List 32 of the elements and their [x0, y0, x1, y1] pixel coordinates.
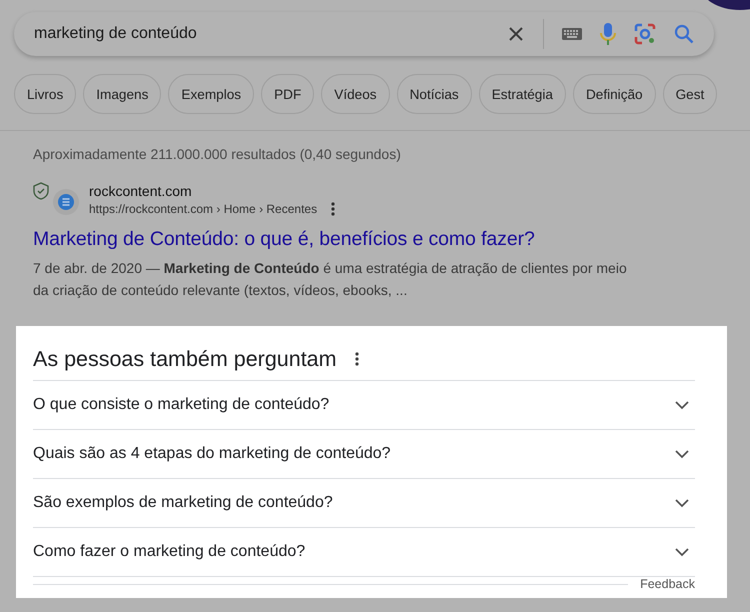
more-icon[interactable]: [354, 352, 359, 366]
chevron-icon: [675, 450, 689, 458]
feedback-link[interactable]: Feedback: [640, 577, 695, 591]
keyboard-icon[interactable]: [562, 28, 582, 40]
chevron-icon: [675, 498, 689, 508]
chevron-icon: [675, 548, 689, 556]
result-stats: Aproximadamente 211.000.000 resultados (0,40 segundos): [33, 146, 401, 162]
question-row[interactable]: O que consiste o marketing de conteúdo?: [33, 381, 695, 430]
site-name: rockcontent.com: [89, 183, 193, 199]
site-favicon-icon: [53, 189, 79, 215]
filter-chip[interactable]: Imagens: [83, 74, 162, 114]
question-row[interactable]: Como fazer o marketing de conteúdo?: [33, 528, 695, 577]
filter-chip[interactable]: PDF: [261, 74, 314, 114]
filter-chip[interactable]: Gest: [662, 74, 718, 114]
shield-icon: [33, 182, 49, 200]
filter-chip[interactable]: Estratégia: [478, 74, 566, 114]
filter-chip[interactable]: Exemplos: [168, 74, 254, 114]
camera-icon[interactable]: [634, 23, 656, 45]
filter-chip[interactable]: Livros: [14, 74, 76, 114]
question-row[interactable]: Quais são as 4 etapas do marketing de conteúdo?: [33, 430, 695, 479]
filter-chip[interactable]: Notícias: [396, 74, 472, 114]
panel-title: As pessoas também perguntam: [33, 346, 337, 372]
chevron-icon: [675, 400, 689, 410]
filter-chip[interactable]: Definição: [572, 74, 656, 114]
result-title-link[interactable]: Marketing de Conteúdo: o que é, benefícios e como fazer?: [33, 228, 673, 251]
question-row[interactable]: São exemplos de marketing de conteúdo?: [33, 479, 695, 528]
result-url: https://rockcontent.com › Home › Recentes: [89, 202, 318, 216]
more-icon[interactable]: [331, 202, 336, 216]
close-icon[interactable]: [507, 25, 525, 43]
search-field[interactable]: marketing de conteúdo: [34, 25, 489, 43]
result-snippet: 7 de abr. de 2020 — Marketing de Conteúdo é uma estratégia de atração de clientes por meio da criação de conteúdo relevante (textos, vídeos, ebooks, ...: [33, 259, 628, 300]
filter-chip[interactable]: Vídeos: [321, 74, 390, 114]
